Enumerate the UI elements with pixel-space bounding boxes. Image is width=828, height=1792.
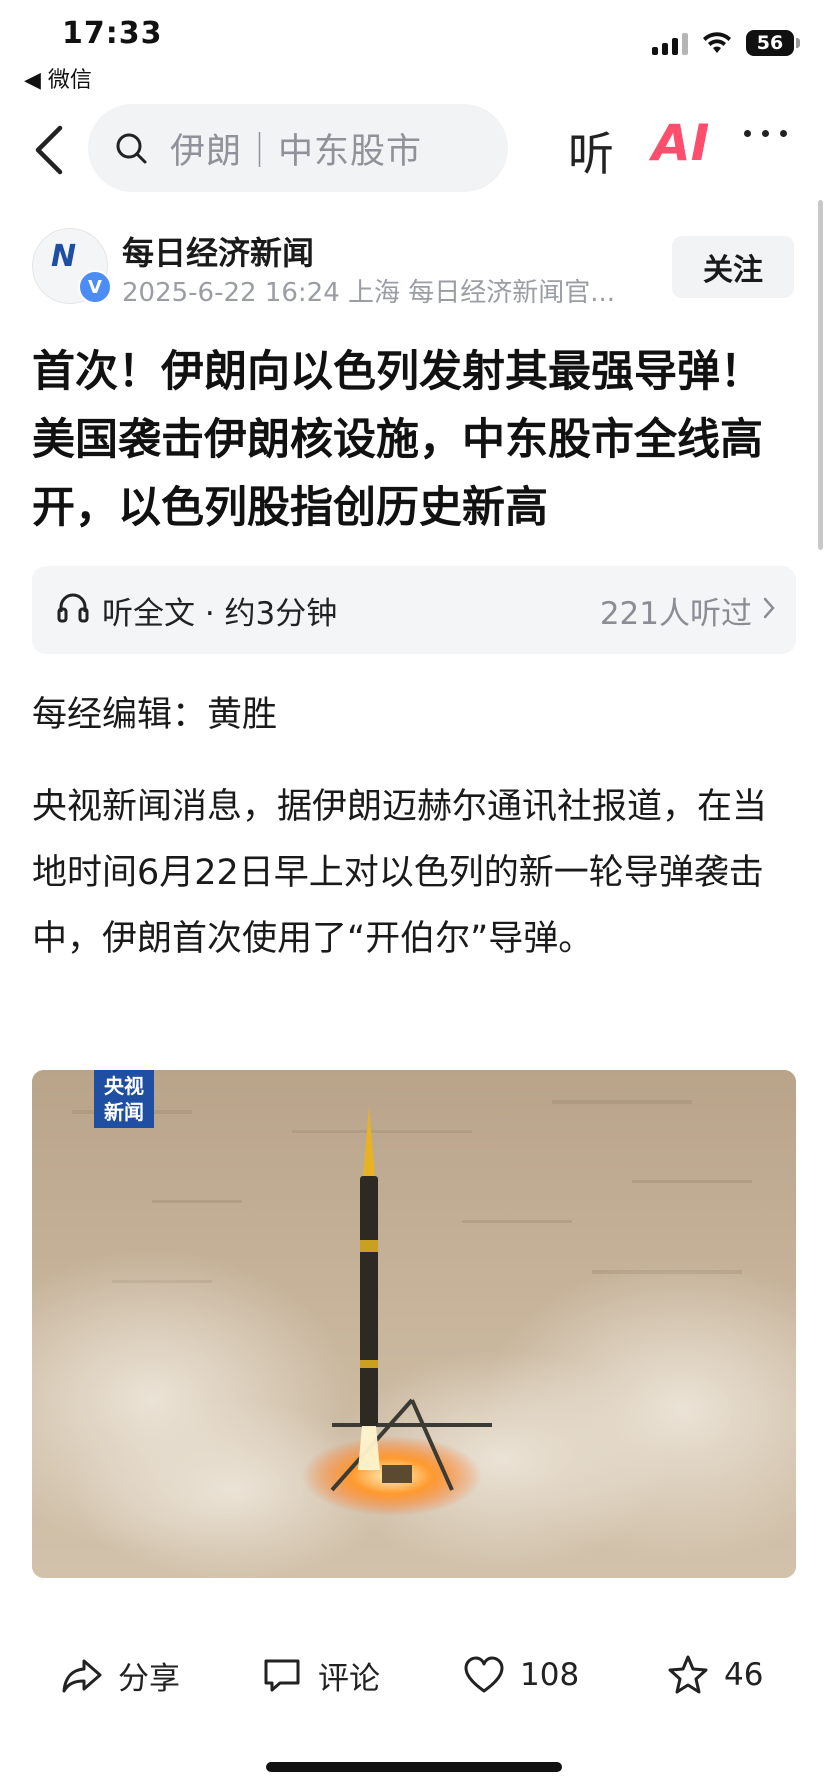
search-query-text: 伊朗｜中东股市 bbox=[170, 131, 423, 172]
more-options-icon[interactable] bbox=[744, 130, 787, 137]
wifi-icon bbox=[703, 32, 731, 53]
search-input[interactable]: 伊朗｜中东股市 bbox=[88, 104, 508, 192]
scrollbar[interactable] bbox=[818, 200, 823, 550]
article-editor: 每经编辑：黄胜 bbox=[32, 695, 278, 735]
comment-button[interactable]: 评论 bbox=[260, 1640, 380, 1710]
headphones-icon bbox=[57, 593, 89, 623]
listen-card-label: 听全文 · 约3分钟 bbox=[102, 596, 338, 632]
cctv-logo-line1: 央视 bbox=[104, 1074, 144, 1098]
favorite-button[interactable]: 46 bbox=[666, 1640, 763, 1710]
verified-badge: V bbox=[78, 270, 112, 304]
back-to-wechat-link[interactable]: ◀ 微信 bbox=[24, 62, 92, 94]
missile-launch-image bbox=[32, 1070, 796, 1578]
heart-icon bbox=[464, 1656, 504, 1693]
share-button[interactable]: 分享 bbox=[60, 1640, 180, 1710]
like-button[interactable]: 108 bbox=[462, 1640, 579, 1710]
comment-label: 评论 bbox=[318, 1660, 380, 1697]
chevron-right-icon bbox=[763, 597, 775, 619]
article-image[interactable]: 央视 新闻 bbox=[32, 1070, 796, 1578]
cctv-news-logo: 央视 新闻 bbox=[94, 1070, 154, 1128]
status-icons: 56 bbox=[652, 30, 800, 56]
listen-full-article-card[interactable]: 听全文 · 约3分钟 221人听过 bbox=[32, 566, 796, 654]
content-fade bbox=[0, 1590, 828, 1630]
share-label: 分享 bbox=[118, 1660, 180, 1697]
author-meta: 2025-6-22 16:24 上海 每日经济新闻官... bbox=[122, 278, 616, 308]
article-headline: 首次！伊朗向以色列发射其最强导弹！美国袭击伊朗核设施，中东股市全线高开，以色列股… bbox=[32, 347, 763, 533]
listen-count: 221人听过 bbox=[599, 596, 752, 632]
search-icon bbox=[116, 133, 147, 164]
follow-button[interactable]: 关注 bbox=[672, 236, 794, 298]
publisher-logo-icon: N bbox=[51, 239, 77, 274]
article-page: 17:33 ◀ 微信 56 伊朗｜中东股市 听 AI N V 每日经济新闻 20… bbox=[0, 0, 828, 1792]
status-time: 17:33 bbox=[62, 16, 163, 51]
author-name[interactable]: 每日经济新闻 bbox=[122, 228, 314, 274]
bottom-action-bar: 分享 评论 108 46 bbox=[0, 1640, 828, 1720]
share-icon bbox=[62, 1659, 102, 1693]
favorite-count: 46 bbox=[724, 1657, 764, 1693]
article-paragraph: 央视新闻消息，据伊朗迈赫尔通讯社报道，在当地时间6月22日早上对以色列的新一轮导… bbox=[32, 787, 768, 959]
comment-icon bbox=[264, 1659, 300, 1692]
star-icon bbox=[668, 1655, 708, 1694]
back-arrow-icon[interactable] bbox=[30, 122, 70, 178]
cctv-logo-line2: 新闻 bbox=[104, 1100, 144, 1124]
listen-button[interactable]: 听 bbox=[568, 118, 614, 184]
ai-button[interactable]: AI bbox=[652, 114, 709, 172]
signal-icon bbox=[652, 31, 688, 55]
battery-icon: 56 bbox=[746, 30, 800, 56]
like-count: 108 bbox=[520, 1657, 580, 1693]
home-indicator[interactable] bbox=[266, 1762, 562, 1772]
